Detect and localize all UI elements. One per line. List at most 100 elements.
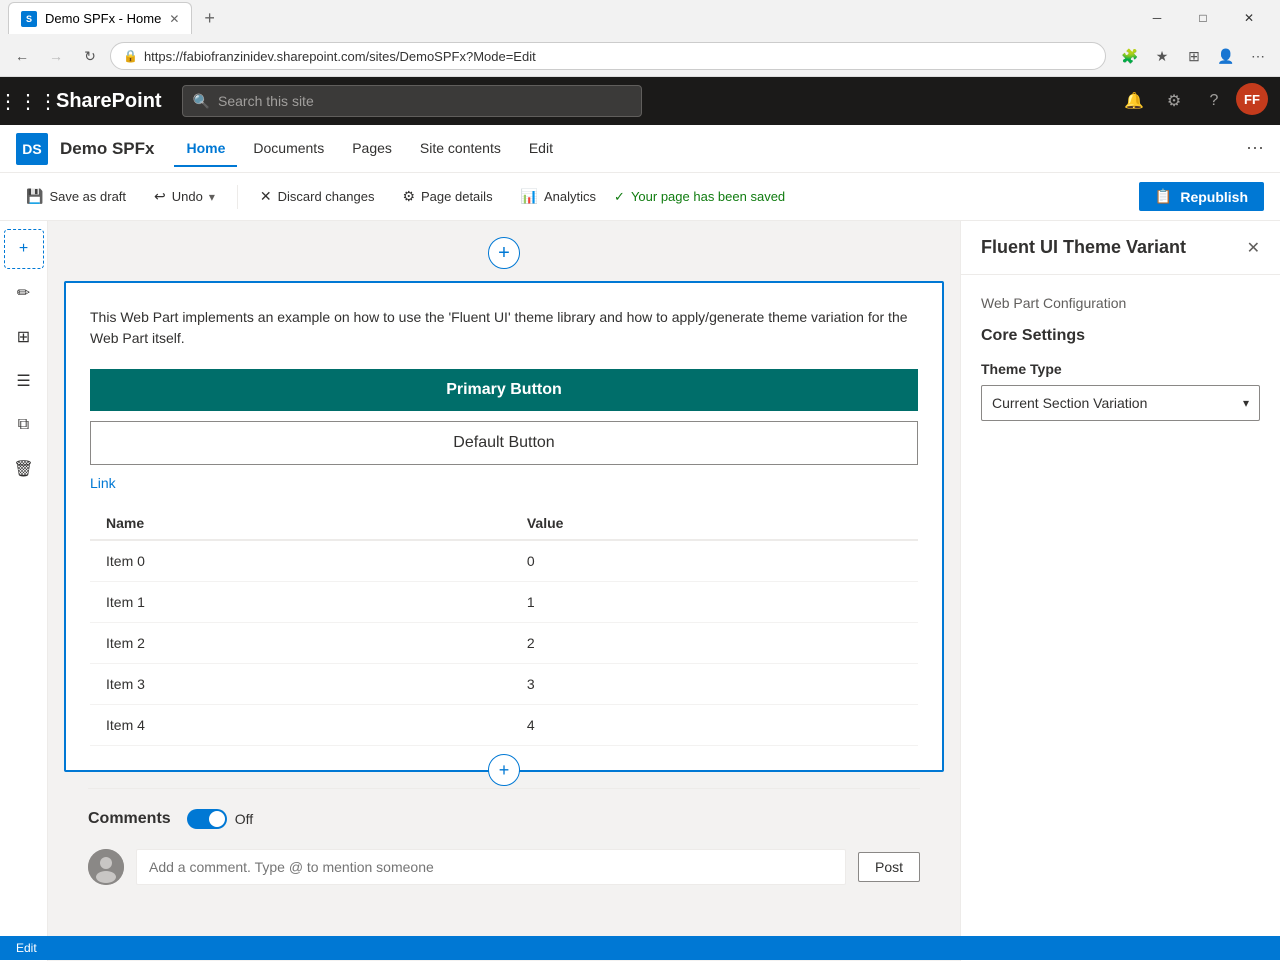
maximize-button[interactable]: □ bbox=[1180, 2, 1226, 34]
table-cell-name: Item 0 bbox=[90, 540, 511, 582]
webpart-container: This Web Part implements an example on h… bbox=[64, 281, 944, 772]
comments-header: Comments Off bbox=[88, 809, 920, 829]
saved-text: Your page has been saved bbox=[631, 189, 785, 204]
theme-type-dropdown[interactable]: Current Section Variation ▾ bbox=[981, 385, 1260, 421]
table-row: Item 2 2 bbox=[90, 623, 918, 664]
tab-close-icon[interactable]: ✕ bbox=[169, 12, 179, 26]
add-webpart-below-button[interactable]: + bbox=[488, 754, 520, 786]
forward-button[interactable]: → bbox=[42, 42, 70, 70]
core-settings-title: Core Settings bbox=[981, 327, 1260, 345]
table-cell-name: Item 1 bbox=[90, 582, 511, 623]
save-draft-button[interactable]: 💾 Save as draft bbox=[16, 184, 136, 209]
webpart-description: This Web Part implements an example on h… bbox=[90, 307, 918, 349]
browser-nav-bar: ← → ↻ 🔒 🧩 ★ ⊞ 👤 ⋯ bbox=[0, 36, 1280, 76]
comment-input-row: Post bbox=[88, 849, 920, 885]
nav-item-edit[interactable]: Edit bbox=[517, 131, 565, 167]
comments-title: Comments bbox=[88, 810, 171, 828]
save-icon: 💾 bbox=[26, 188, 43, 205]
link-element[interactable]: Link bbox=[90, 475, 116, 491]
close-panel-button[interactable]: ✕ bbox=[1247, 238, 1260, 258]
undo-chevron-icon[interactable]: ▾ bbox=[209, 190, 215, 204]
delete-icon[interactable]: 🗑 bbox=[4, 449, 44, 489]
profile-icon[interactable]: 👤 bbox=[1212, 42, 1240, 70]
toggle-control[interactable] bbox=[187, 809, 227, 829]
layout-icon[interactable]: ⊞ bbox=[4, 317, 44, 357]
nav-item-pages[interactable]: Pages bbox=[340, 131, 404, 167]
back-button[interactable]: ← bbox=[8, 42, 36, 70]
topnav-icons: 🔔 ⚙ ? FF bbox=[1116, 83, 1268, 119]
sp-topnav: ⋮⋮⋮ SharePoint 🔍 🔔 ⚙ ? FF bbox=[0, 77, 1280, 125]
primary-button[interactable]: Primary Button bbox=[90, 369, 918, 411]
data-table: Name Value Item 0 0 Item 1 1 Item 2 2 It… bbox=[90, 507, 918, 746]
collections-icon[interactable]: ⊞ bbox=[1180, 42, 1208, 70]
table-row: Item 1 1 bbox=[90, 582, 918, 623]
comments-toggle[interactable]: Off bbox=[187, 809, 253, 829]
help-icon[interactable]: ? bbox=[1196, 83, 1232, 119]
undo-icon: ↩ bbox=[154, 188, 166, 205]
new-tab-button[interactable]: + bbox=[200, 4, 219, 33]
comment-input[interactable] bbox=[136, 849, 846, 885]
table-row: Item 0 0 bbox=[90, 540, 918, 582]
search-box[interactable]: 🔍 bbox=[182, 85, 642, 117]
post-comment-button[interactable]: Post bbox=[858, 852, 920, 882]
add-section-top-icon[interactable]: + bbox=[4, 229, 44, 269]
window-controls: ─ □ ✕ bbox=[1134, 2, 1272, 34]
nav-item-documents[interactable]: Documents bbox=[241, 131, 336, 167]
page-details-button[interactable]: ⚙ Page details bbox=[392, 184, 502, 209]
table-cell-value: 3 bbox=[511, 664, 918, 705]
theme-type-value: Current Section Variation bbox=[992, 395, 1147, 411]
extensions-icon[interactable]: 🧩 bbox=[1116, 42, 1144, 70]
tab-favicon: S bbox=[21, 11, 37, 27]
notification-icon[interactable]: 🔔 bbox=[1116, 83, 1152, 119]
bottom-status-bar: Edit bbox=[0, 936, 1280, 960]
favorites-icon[interactable]: ★ bbox=[1148, 42, 1176, 70]
nav-more-icon[interactable]: ⋯ bbox=[1246, 138, 1264, 159]
republish-button[interactable]: 📋 Republish bbox=[1139, 182, 1264, 211]
default-button[interactable]: Default Button bbox=[90, 421, 918, 465]
search-icon: 🔍 bbox=[193, 93, 210, 110]
republish-label: Republish bbox=[1180, 189, 1248, 205]
edit-icon[interactable]: ✏ bbox=[4, 273, 44, 313]
sharepoint-logo: SharePoint bbox=[56, 90, 162, 113]
discard-button[interactable]: ✕ Discard changes bbox=[250, 184, 385, 209]
refresh-button[interactable]: ↻ bbox=[76, 42, 104, 70]
details-icon: ⚙ bbox=[402, 188, 415, 205]
toolbar-separator-1 bbox=[237, 185, 238, 209]
comments-divider bbox=[88, 788, 920, 789]
col-header-name: Name bbox=[90, 507, 511, 540]
table-row: Item 4 4 bbox=[90, 705, 918, 746]
browser-title-bar: S Demo SPFx - Home ✕ + ─ □ ✕ bbox=[0, 0, 1280, 36]
comments-area: Comments Off Post bbox=[64, 772, 944, 901]
nav-item-home[interactable]: Home bbox=[174, 131, 237, 167]
settings-menu-icon[interactable]: ⋯ bbox=[1244, 42, 1272, 70]
address-bar[interactable]: 🔒 bbox=[110, 42, 1106, 70]
dropdown-chevron-icon: ▾ bbox=[1243, 396, 1249, 410]
config-subtitle: Web Part Configuration bbox=[981, 295, 1260, 311]
table-cell-value: 1 bbox=[511, 582, 918, 623]
url-input[interactable] bbox=[144, 49, 1093, 64]
table-cell-value: 0 bbox=[511, 540, 918, 582]
undo-button[interactable]: ↩ Undo ▾ bbox=[144, 184, 225, 209]
add-section-above-button[interactable]: + bbox=[488, 237, 520, 269]
right-panel: Fluent UI Theme Variant ✕ Web Part Confi… bbox=[960, 221, 1280, 961]
site-title: Demo SPFx bbox=[60, 139, 154, 159]
waffle-icon[interactable]: ⋮⋮⋮ bbox=[12, 85, 44, 117]
webpart-icon[interactable]: ☰ bbox=[4, 361, 44, 401]
close-window-button[interactable]: ✕ bbox=[1226, 2, 1272, 34]
settings-icon[interactable]: ⚙ bbox=[1156, 83, 1192, 119]
toggle-label: Off bbox=[235, 811, 253, 827]
save-draft-label: Save as draft bbox=[49, 189, 126, 204]
left-sidebar: + ✏ ⊞ ☰ ⧉ 🗑 bbox=[0, 221, 48, 961]
minimize-button[interactable]: ─ bbox=[1134, 2, 1180, 34]
search-input[interactable] bbox=[218, 93, 631, 109]
browser-tab[interactable]: S Demo SPFx - Home ✕ bbox=[8, 2, 192, 34]
analytics-button[interactable]: 📊 Analytics bbox=[511, 184, 606, 209]
table-cell-name: Item 4 bbox=[90, 705, 511, 746]
copy-icon[interactable]: ⧉ bbox=[4, 405, 44, 445]
table-cell-name: Item 2 bbox=[90, 623, 511, 664]
user-avatar[interactable]: FF bbox=[1236, 83, 1268, 115]
right-panel-header: Fluent UI Theme Variant ✕ bbox=[961, 221, 1280, 275]
commenter-avatar bbox=[88, 849, 124, 885]
site-icon: DS bbox=[16, 133, 48, 165]
nav-item-site-contents[interactable]: Site contents bbox=[408, 131, 513, 167]
